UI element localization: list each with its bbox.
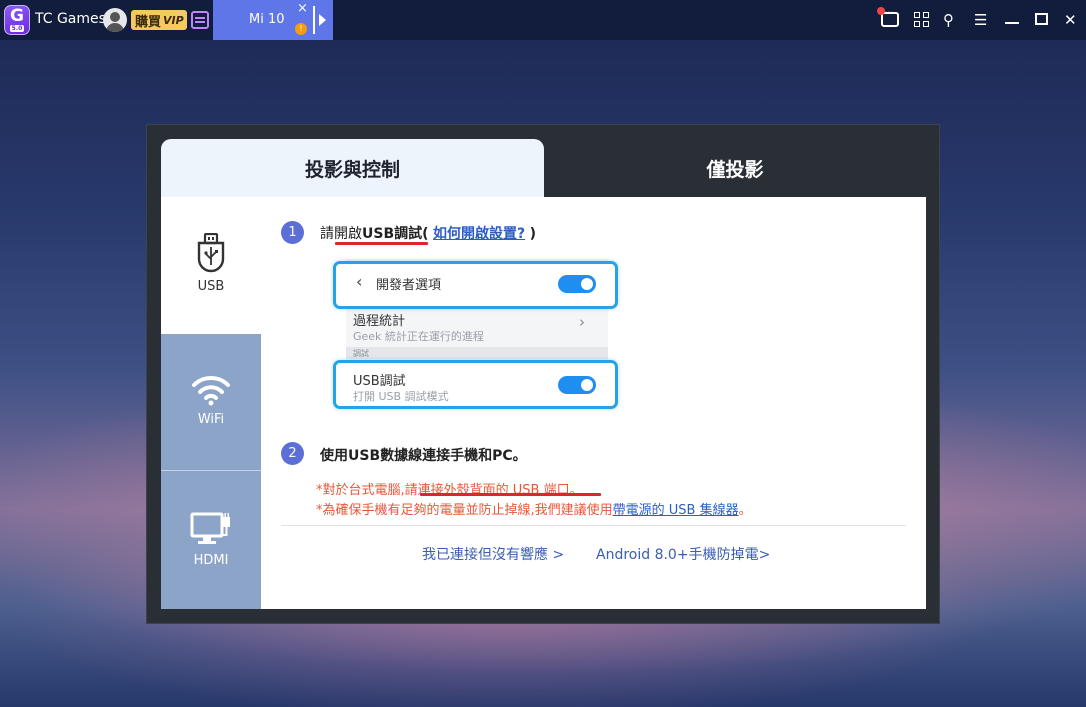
calendar-icon[interactable]: [191, 11, 209, 29]
device-tab-mi10[interactable]: Mi 10 × !: [213, 0, 333, 40]
mock-back-chevron-icon: ‹: [356, 272, 363, 291]
android8-power-loss-link[interactable]: Android 8.0+手機防掉電>: [596, 544, 770, 564]
step-1-usb-debug: USB調試: [362, 226, 423, 242]
powered-usb-hub-link[interactable]: 帶電源的 USB 集線器: [613, 503, 739, 518]
logo-letter: G: [10, 6, 24, 26]
vip-badge-icon: VIP: [163, 13, 184, 27]
grid-cell: [914, 21, 920, 27]
step-1-badge: 1: [281, 221, 304, 244]
usb-icon: [197, 233, 225, 273]
buy-vip-button[interactable]: 購買 VIP: [131, 10, 187, 30]
step-2-badge: 2: [281, 442, 304, 465]
connection-sidebar: USB WiFi HDMI: [161, 197, 261, 609]
content-panel: USB WiFi HDMI 1 請開啟USB調試(如何開啟設置?) 調試 過…: [161, 197, 926, 609]
device-tab-separator: [313, 6, 315, 34]
notification-dot: [877, 7, 885, 15]
menu-icon[interactable]: ☰: [974, 10, 987, 30]
developer-options-toggle: [558, 275, 596, 293]
sidebar-label-usb: USB: [197, 279, 225, 294]
sidebar-label-hdmi: HDMI: [193, 553, 229, 568]
mock-row-process-stats: 過程統計: [353, 314, 406, 329]
note-desktop-prefix: *對於台式電腦,: [316, 483, 405, 498]
step-1-open: 開啟: [334, 226, 362, 242]
connected-no-response-link[interactable]: 我已連接但沒有響應 >: [422, 544, 564, 564]
usb-debug-toggle: [558, 376, 596, 394]
red-underline-step1: [335, 242, 428, 245]
avatar-body: [106, 23, 124, 32]
app-name: TC Games: [35, 11, 106, 27]
highlight-usb-debugging: USB調試 打開 USB 調試模式: [333, 360, 618, 409]
sidebar-item-usb[interactable]: USB: [161, 197, 261, 334]
user-avatar[interactable]: [103, 8, 127, 32]
mock-row-process-stats-sub: Geek 統計正在運行的進程: [353, 330, 484, 343]
tab-projection-only[interactable]: 僅投影: [544, 139, 926, 197]
highlight-developer-options: ‹ 開發者選項: [333, 261, 618, 309]
device-tab-name: Mi 10: [249, 12, 285, 27]
mock-section-bar: [346, 347, 608, 359]
pin-icon[interactable]: ⚲: [943, 10, 954, 30]
buy-vip-label: 購買: [135, 14, 162, 30]
tab-projection-control[interactable]: 投影與控制: [161, 139, 544, 197]
step-1-paren-close: ): [529, 226, 536, 242]
minimize-icon[interactable]: [1005, 22, 1019, 24]
sidebar-item-wifi[interactable]: WiFi: [161, 334, 261, 471]
device-tab-close-icon[interactable]: ×: [297, 1, 308, 16]
mock-chevron-right-icon: ›: [579, 313, 585, 331]
how-to-enable-link[interactable]: 如何開啟設置?: [433, 226, 525, 242]
step-1-text: 請開啟USB調試( 如何開啟設置? ): [320, 223, 536, 243]
play-arrow-icon[interactable]: [319, 14, 326, 26]
hdmi-icon: [190, 512, 230, 544]
avatar-head: [110, 12, 120, 22]
grid-cell: [923, 12, 929, 18]
note-hub-prefix: *為確保手機有足夠的電量並防止掉線,我們建議使用: [316, 503, 613, 518]
mock-row-developer-options: 開發者選項: [376, 278, 442, 293]
message-icon[interactable]: [877, 7, 899, 27]
device-warning-icon: !: [295, 23, 307, 35]
note-hub-suffix: 。: [738, 503, 752, 518]
step-1-paren-open: (: [422, 226, 429, 242]
note-hub: *為確保手機有足夠的電量並防止掉線,我們建議使用帶電源的 USB 集線器。: [316, 499, 752, 518]
footer-divider: [281, 525, 906, 526]
connection-dialog: 投影與控制 僅投影 USB WiFi HDMI 1 請開啟USB調試(如何開啟…: [146, 124, 940, 624]
logo-version: 5.0: [9, 25, 25, 32]
title-bar: G 5.0 TC Games 購買 VIP Mi 10 × ! ⚲ ☰ ✕: [0, 0, 1086, 40]
mock-section-header: 調試: [353, 349, 369, 358]
mock-row-usb-debug: USB調試: [353, 374, 406, 389]
tc-games-logo: G 5.0: [4, 5, 30, 35]
close-icon[interactable]: ✕: [1064, 10, 1077, 30]
sidebar-label-wifi: WiFi: [197, 412, 225, 427]
step-2-text: 使用USB數據線連接手機和PC。: [320, 448, 527, 464]
red-underline-step2: [420, 493, 601, 496]
step-1-prefix: 請: [320, 226, 334, 242]
maximize-icon[interactable]: [1035, 13, 1048, 25]
sidebar-item-hdmi[interactable]: HDMI: [161, 471, 261, 609]
mock-row-usb-debug-sub: 打開 USB 調試模式: [353, 390, 449, 403]
grid-cell: [923, 21, 929, 27]
wifi-icon: [192, 375, 230, 406]
grid-icon[interactable]: [914, 12, 929, 27]
grid-cell: [914, 12, 920, 18]
